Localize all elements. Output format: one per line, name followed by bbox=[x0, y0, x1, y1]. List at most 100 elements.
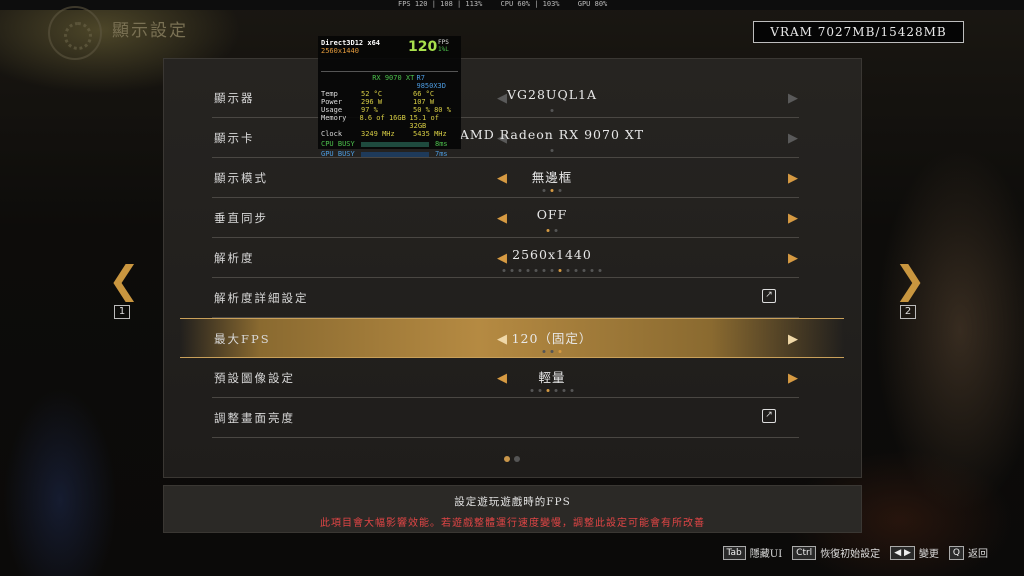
page-dot[interactable] bbox=[514, 456, 520, 462]
setting-value: VG28UQL1A bbox=[507, 87, 597, 102]
hint-label[interactable]: 恢復初始設定 bbox=[820, 545, 880, 560]
osd-header: RX 9070 XT R7 9850X3D bbox=[321, 71, 458, 90]
option-dots bbox=[550, 109, 554, 112]
arrow-right-icon[interactable]: ▶ bbox=[788, 171, 798, 186]
option-dot bbox=[562, 389, 566, 392]
perf-overlay: Direct3D12 x64 2560x1440 120 FPS 1%L RX 9… bbox=[318, 36, 461, 158]
option-dot bbox=[518, 269, 522, 272]
option-dot bbox=[570, 389, 574, 392]
osd-row: Usage 97 % 50 % 80 % bbox=[321, 106, 451, 114]
description-box: 設定遊玩遊戲時的FPS 此項目會大幅影響效能。若遊戲整體運行速度變慢，調整此設定… bbox=[163, 485, 862, 533]
setting-label: 顯示器 bbox=[214, 91, 255, 105]
crest-icon bbox=[48, 6, 102, 60]
osd-row: Power 296 W 107 W bbox=[321, 98, 435, 106]
vram-readout: VRAM 7027MB/15428MB bbox=[753, 21, 964, 43]
setting-row[interactable]: 垂直同步 ◀ OFF ▶ bbox=[212, 198, 799, 238]
option-dot bbox=[558, 189, 562, 192]
setting-row[interactable]: 解析度 ◀ 2560x1440 ▶ bbox=[212, 238, 799, 278]
osd-cpu-name: R7 9850X3D bbox=[416, 74, 446, 90]
osd-row: Clock 3249 MHz 5435 MHz bbox=[321, 130, 447, 138]
setting-row[interactable]: 顯示模式 ◀ 無邊框 ▶ bbox=[212, 158, 799, 198]
option-dot bbox=[550, 269, 554, 272]
key-cap: Ctrl bbox=[792, 545, 817, 560]
option-dot bbox=[542, 269, 546, 272]
option-dot bbox=[510, 269, 514, 272]
setting-label: 預設圖像設定 bbox=[214, 371, 295, 385]
arrow-right-icon[interactable]: ▶ bbox=[788, 251, 798, 266]
osd-fps-label: FPS 1%L bbox=[438, 39, 449, 53]
open-external-icon[interactable]: ↗ bbox=[762, 409, 776, 423]
setting-value: 2560x1440 bbox=[512, 247, 592, 262]
option-dot bbox=[550, 350, 554, 353]
setting-label: 調整畫面亮度 bbox=[214, 411, 295, 425]
setting-row[interactable]: 顯示卡 ◀ AMD Radeon RX 9070 XT ▶ bbox=[212, 118, 799, 158]
setting-row[interactable]: 最大FPS ◀ 120（固定） ▶ bbox=[180, 318, 844, 358]
option-dot bbox=[542, 350, 546, 353]
page-dot[interactable] bbox=[504, 456, 510, 462]
setting-row[interactable]: 顯示器 ◀ VG28UQL1A ▶ bbox=[212, 78, 799, 118]
option-dot bbox=[546, 229, 550, 232]
prev-page-icon[interactable]: ❮ bbox=[108, 258, 140, 302]
osd-cpu-busy: CPU BUSY 8ms bbox=[321, 140, 448, 148]
setting-row[interactable]: 解析度詳細設定 ↗ bbox=[212, 278, 799, 318]
setting-value: 120（固定） bbox=[511, 331, 593, 346]
key-cap: ◀ ▶ bbox=[890, 545, 915, 560]
option-dot bbox=[526, 269, 530, 272]
setting-label: 最大FPS bbox=[214, 332, 271, 346]
osd-metrics: Temp 52 °C 66 °C Power 296 W 107 W Usage 97 % 50… bbox=[321, 90, 458, 138]
setting-label: 顯示模式 bbox=[214, 171, 268, 185]
arrow-right-icon[interactable]: ▶ bbox=[788, 211, 798, 226]
option-dot bbox=[534, 269, 538, 272]
option-dots bbox=[530, 389, 574, 392]
setting-value: OFF bbox=[536, 207, 568, 222]
option-dots bbox=[542, 350, 562, 353]
setting-label: 垂直同步 bbox=[214, 211, 268, 225]
option-dot bbox=[558, 350, 562, 353]
option-dot bbox=[566, 269, 570, 272]
option-dot bbox=[546, 389, 550, 392]
option-dot bbox=[550, 149, 554, 152]
setting-row[interactable]: 調整畫面亮度 ↗ bbox=[212, 398, 799, 438]
setting-value: 輕量 bbox=[538, 370, 566, 385]
option-dot bbox=[550, 189, 554, 192]
option-dot bbox=[530, 389, 534, 392]
setting-value: AMD Radeon RX 9070 XT bbox=[459, 127, 645, 142]
osd-fps: 120 bbox=[408, 39, 438, 55]
osd-gpu-busy: GPU BUSY 7ms bbox=[321, 150, 448, 158]
fps-stat: FPS 120 | 108 | 113% bbox=[398, 0, 483, 8]
option-dot bbox=[550, 109, 554, 112]
hint-label[interactable]: 返回 bbox=[968, 545, 988, 560]
option-dot bbox=[538, 389, 542, 392]
option-dot bbox=[598, 269, 602, 272]
warning-text: 此項目會大幅影響效能。若遊戲整體運行速度變慢，調整此設定可能會有所改善 bbox=[320, 518, 705, 529]
open-external-icon[interactable]: ↗ bbox=[762, 289, 776, 303]
setting-row[interactable]: 預設圖像設定 ◀ 輕量 ▶ bbox=[212, 358, 799, 398]
key-hints: Tab 隱藏UI Ctrl 恢復初始設定 ◀ ▶ 變更 Q 返回 bbox=[722, 545, 994, 560]
perf-stats: FPS 120 | 108 | 113% CPU 60% | 103% GPU … bbox=[398, 0, 621, 8]
setting-label: 顯示卡 bbox=[214, 131, 255, 145]
option-dot bbox=[574, 269, 578, 272]
prev-page-number: 1 bbox=[114, 305, 130, 319]
hint-label[interactable]: 變更 bbox=[919, 545, 939, 560]
option-dot bbox=[554, 229, 558, 232]
arrow-right-icon[interactable]: ▶ bbox=[788, 131, 798, 146]
option-dots bbox=[542, 189, 562, 192]
next-page-icon[interactable]: ❯ bbox=[894, 258, 926, 302]
next-page-number: 2 bbox=[900, 305, 916, 319]
setting-label: 解析度詳細設定 bbox=[214, 291, 309, 305]
description-text: 設定遊玩遊戲時的FPS bbox=[454, 496, 571, 508]
hint-label[interactable]: 隱藏UI bbox=[750, 545, 782, 560]
option-dot bbox=[558, 269, 562, 272]
cpu-stat: CPU 60% | 103% bbox=[500, 0, 560, 8]
arrow-right-icon[interactable]: ▶ bbox=[788, 371, 798, 386]
osd-gpu-name: RX 9070 XT bbox=[372, 74, 415, 82]
page-indicator bbox=[504, 456, 520, 462]
arrow-right-icon[interactable]: ▶ bbox=[788, 332, 798, 347]
osd-row: Temp 52 °C 66 °C bbox=[321, 90, 435, 98]
osd-row: Memory 8.6 of 16GB 15.1 of 32GB bbox=[321, 114, 439, 130]
option-dots bbox=[550, 149, 554, 152]
setting-label: 解析度 bbox=[214, 251, 255, 265]
setting-value: 無邊框 bbox=[531, 170, 573, 185]
option-dot bbox=[542, 189, 546, 192]
arrow-right-icon[interactable]: ▶ bbox=[788, 91, 798, 106]
